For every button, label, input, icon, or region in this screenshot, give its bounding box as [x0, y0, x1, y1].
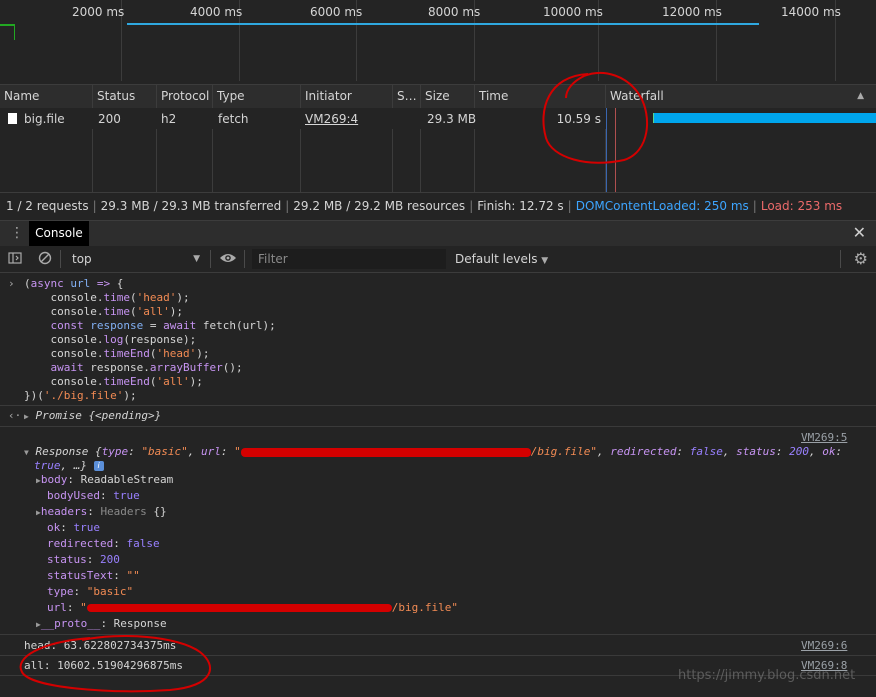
annotation-circle	[19, 635, 211, 693]
annotation-circle	[542, 71, 649, 164]
watermark: https://jimmy.blog.csdn.net	[678, 668, 856, 683]
annotation-overlay	[19, 71, 649, 693]
